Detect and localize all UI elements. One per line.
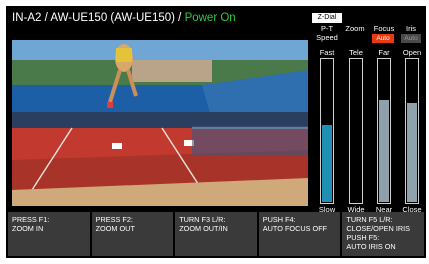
focus-slider[interactable] [377, 58, 391, 204]
speed-label: Speed [316, 33, 338, 42]
iris-fill [407, 103, 417, 202]
f5-push-label: PUSH F5: [346, 233, 380, 242]
preview-image [12, 40, 308, 206]
f1-label: PRESS F1: [12, 215, 50, 224]
pt-speed-top-label: Fast [319, 48, 335, 57]
iris-header: Iris [406, 24, 416, 33]
camera-title: IN-A2 / AW-UE150 (AW-UE150) / Power On [12, 10, 236, 26]
iris-auto-badge[interactable]: Auto [401, 34, 421, 43]
f4-label: PUSH F4: [262, 215, 296, 224]
zoom-top-label: Tele [349, 48, 363, 57]
iris-top-label: Open [402, 48, 422, 57]
pt-label: P-T [320, 24, 334, 33]
f4-action: AUTO FOCUS OFF [262, 224, 328, 233]
zoom-slider[interactable] [349, 58, 363, 204]
camera-preview[interactable] [12, 40, 308, 206]
f2-function[interactable]: PRESS F2: ZOOM OUT [91, 212, 174, 256]
focus-top-label: Far [378, 48, 390, 57]
f5-push-action: AUTO IRIS ON [346, 242, 396, 251]
f4-function[interactable]: PUSH F4: AUTO FOCUS OFF [258, 212, 341, 256]
camera-control-screen: IN-A2 / AW-UE150 (AW-UE150) / Power On P… [6, 6, 426, 258]
f2-action: ZOOM OUT [95, 224, 135, 233]
pt-speed-header: P-T Speed [314, 24, 340, 42]
f3-action: ZOOM OUT/IN [179, 224, 228, 233]
z-dial-badge[interactable]: Z-Dial [312, 13, 342, 23]
f2-label: PRESS F2: [95, 215, 133, 224]
f3-function[interactable]: TURN F3 L/R: ZOOM OUT/IN [175, 212, 257, 256]
pt-speed-slider[interactable] [320, 58, 334, 204]
zoom-header: Zoom [345, 24, 365, 33]
pt-speed-fill [322, 124, 332, 202]
f5-turn-label: TURN F5 L/R: [346, 215, 393, 224]
f5-turn-action: CLOSE/OPEN IRIS [346, 224, 411, 233]
f3-label: TURN F3 L/R: [179, 215, 226, 224]
focus-auto-badge[interactable]: Auto [372, 34, 394, 43]
power-status: Power On [184, 12, 236, 24]
focus-fill [379, 100, 389, 202]
f1-function[interactable]: PRESS F1: ZOOM IN [8, 212, 90, 256]
focus-header: Focus [373, 24, 395, 33]
camera-name: IN-A2 / AW-UE150 (AW-UE150) / [12, 12, 185, 24]
function-key-row: PRESS F1: ZOOM IN PRESS F2: ZOOM OUT TUR… [8, 212, 424, 256]
f5-function[interactable]: TURN F5 L/R: CLOSE/OPEN IRIS PUSH F5: AU… [342, 212, 424, 256]
iris-slider[interactable] [405, 58, 419, 204]
f1-action: ZOOM IN [12, 224, 44, 233]
